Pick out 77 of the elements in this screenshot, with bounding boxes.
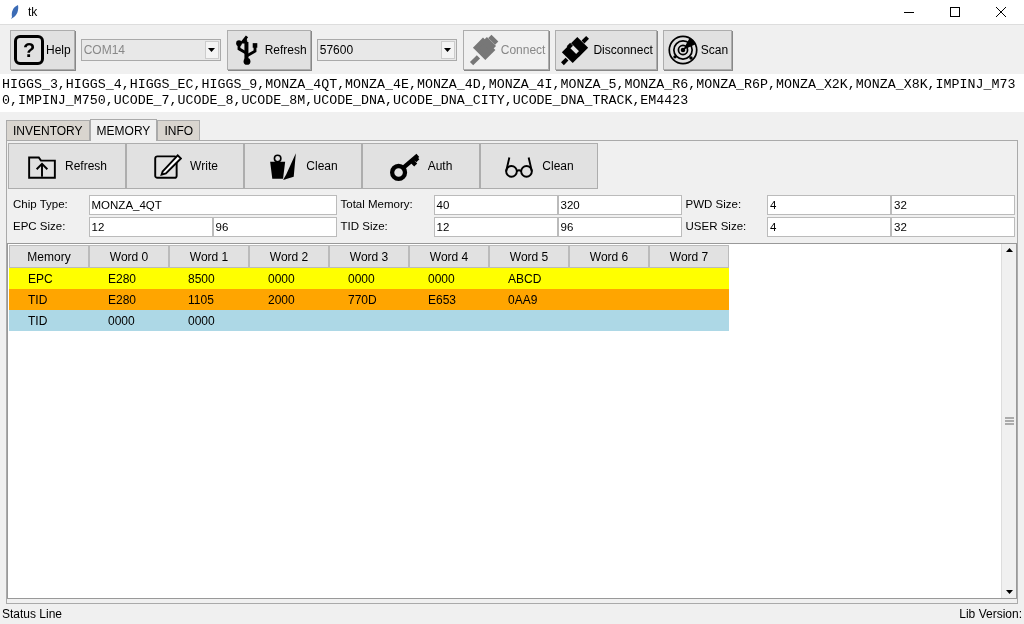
memory-tool-button[interactable]: Clean: [244, 143, 362, 189]
table-cell-text: E280: [107, 270, 138, 288]
toolbar-button[interactable]: ? Help: [10, 29, 75, 70]
unplug-icon: [559, 33, 592, 66]
text-field[interactable]: 32: [891, 195, 1015, 215]
table-cell-text: 0000: [267, 270, 296, 288]
text-field[interactable]: 12: [88, 217, 213, 237]
text-field[interactable]: 12: [433, 217, 558, 237]
tab[interactable]: MEMORY: [89, 119, 158, 141]
field-label: Chip Type:: [12, 197, 69, 213]
memory-tool-button[interactable]: Auth: [362, 143, 480, 189]
memory-tool-button[interactable]: Clean: [480, 143, 598, 189]
toolbar-button[interactable]: Disconnect: [555, 29, 657, 70]
table-cell-text: 0000: [347, 270, 376, 288]
table-cell-text: 8500: [187, 270, 216, 288]
memory-tool-button[interactable]: Write: [126, 143, 244, 189]
status-text: Status Line: [2, 606, 63, 623]
field-label: PWD Size:: [684, 197, 743, 213]
table-cell-text: 0000: [187, 312, 216, 330]
text-field[interactable]: 320: [557, 195, 682, 215]
table-cell-text: 0AA9: [507, 291, 539, 309]
memory-tool-button[interactable]: Refresh: [8, 143, 126, 189]
table-cell-text: ABCD: [507, 270, 543, 288]
text-field[interactable]: MONZA_4QT: [88, 195, 337, 215]
minimize-icon: [904, 11, 914, 13]
table-cell-text: TID: [27, 291, 49, 309]
toolbar-button[interactable]: Scan: [662, 29, 733, 70]
table-row[interactable]: TID 0000 0000: [9, 310, 729, 331]
maximize-icon: [950, 7, 960, 17]
port-dropdown[interactable]: 57600: [316, 38, 457, 61]
dropdown-caret-icon: [208, 47, 216, 52]
table-cell-text: TID: [27, 312, 49, 330]
field-label: EPC Size:: [12, 219, 67, 235]
table-cell-text: 0000: [427, 270, 456, 288]
table-cell-text: 0000: [107, 312, 136, 330]
table-cell-text: E280: [107, 291, 138, 309]
text-field[interactable]: 96: [212, 217, 337, 237]
column-header[interactable]: Word 0: [89, 245, 169, 268]
field-label: USER Size:: [684, 219, 748, 235]
close-icon: [996, 7, 1006, 17]
toolbar-button[interactable]: Refresh: [226, 29, 311, 70]
table-row[interactable]: TID E280 1105 2000 770D E653 0AA9: [9, 289, 729, 310]
table-cell-text: 770D: [347, 291, 378, 309]
table-cell-text: 2000: [267, 291, 296, 309]
column-header[interactable]: Word 2: [249, 245, 329, 268]
table-cell-text: E653: [427, 291, 458, 309]
scrollbar[interactable]: [1001, 244, 1016, 598]
text-field[interactable]: 32: [891, 217, 1015, 237]
text-field[interactable]: 96: [557, 217, 682, 237]
key-icon: [389, 151, 420, 181]
text-field[interactable]: 4: [767, 217, 891, 237]
column-header[interactable]: Word 6: [569, 245, 649, 268]
help-icon: ?: [14, 34, 44, 65]
edit-icon: [152, 151, 183, 181]
column-header[interactable]: Memory: [9, 245, 89, 268]
scroll-grip-icon[interactable]: [1002, 417, 1017, 425]
bucket-broom-icon: [268, 151, 299, 181]
dropdown-caret-icon: [444, 47, 452, 52]
tab[interactable]: INVENTORY: [6, 120, 90, 140]
table-cell-text: 1105: [187, 291, 215, 309]
tab[interactable]: INFO: [157, 120, 201, 140]
column-header[interactable]: Word 4: [409, 245, 489, 268]
radar-icon: [666, 33, 699, 66]
feather-icon: [10, 5, 20, 19]
column-header[interactable]: Word 1: [169, 245, 249, 268]
chip-list-text: HIGGS_3,HIGGS_4,HIGGS_EC,HIGGS_9,MONZA_4QT,MONZA_4E,MONZA_4D,MONZA_4I,MONZA_5,MONZA_R6,MONZA_R6P,MONZA_X2K,MONZA_X8K,IMPINJ_M730,IMPINJ_M750,UCODE_7,UCODE_8,UCODE_8M,UCODE_DNA,UCODE_DNA_CITY,UCODE_DNA_TRACK,EM4423: [0, 74, 1024, 112]
field-label: Total Memory:: [339, 197, 414, 213]
table-row[interactable]: EPC E280 8500 0000 0000 0000 ABCD: [9, 268, 729, 289]
lib-version-label: Lib Version:: [959, 606, 1022, 623]
window-title: tk: [28, 4, 38, 21]
table-cell-text: EPC: [27, 270, 54, 288]
column-header[interactable]: Word 5: [489, 245, 569, 268]
column-header[interactable]: Word 3: [329, 245, 409, 268]
text-field[interactable]: 4: [767, 195, 891, 215]
field-label: TID Size:: [339, 219, 389, 235]
column-header[interactable]: Word 7: [649, 245, 729, 268]
text-field[interactable]: 40: [433, 195, 558, 215]
